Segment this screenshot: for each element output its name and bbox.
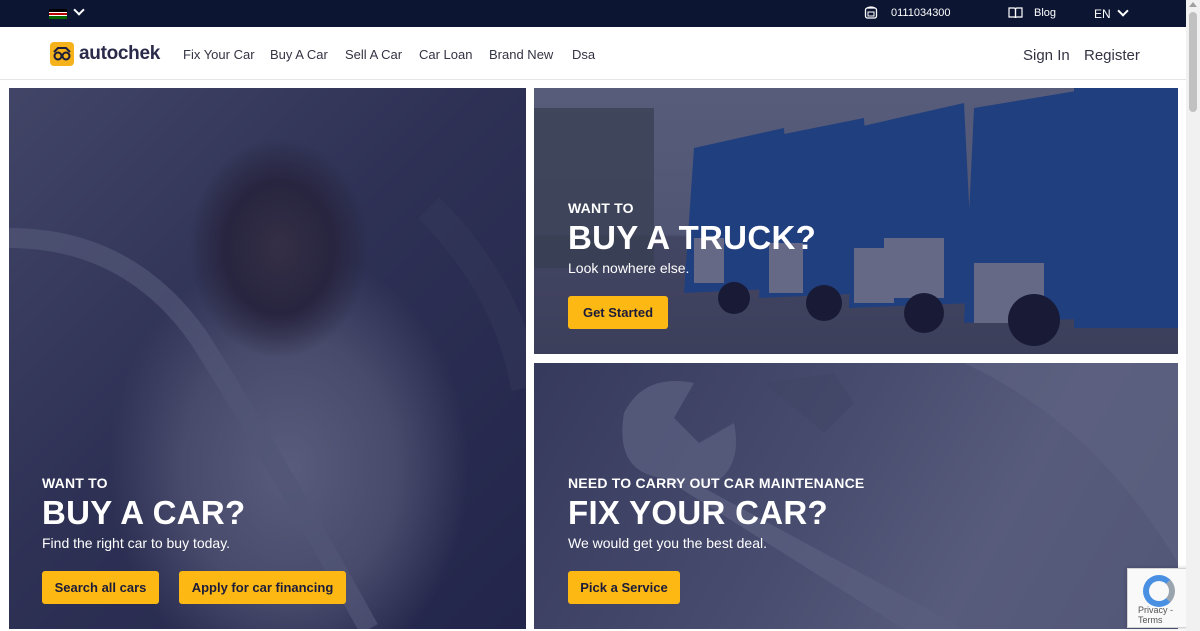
nav-link-fix-your-car[interactable]: Fix Your Car: [183, 47, 255, 62]
apply-car-financing-button[interactable]: Apply for car financing: [179, 571, 346, 604]
nav-link-sell-a-car[interactable]: Sell A Car: [345, 47, 402, 62]
buy-truck-eyebrow: WANT TO: [568, 200, 634, 216]
get-started-button[interactable]: Get Started: [568, 296, 668, 329]
page-scrollbar[interactable]: [1186, 0, 1200, 631]
main-navigation: autochek Fix Your Car Buy A Car Sell A C…: [0, 27, 1186, 80]
phone-icon: [864, 6, 878, 19]
language-selector[interactable]: EN: [1094, 7, 1111, 21]
buy-car-eyebrow: WANT TO: [42, 475, 108, 491]
autochek-logo-text[interactable]: autochek: [79, 43, 160, 65]
fix-car-subtitle: We would get you the best deal.: [568, 535, 767, 551]
fix-car-eyebrow: NEED TO CARRY OUT CAR MAINTENANCE: [568, 475, 865, 491]
buy-car-headline: BUY A CAR?: [42, 494, 246, 531]
scroll-up-arrow-icon[interactable]: [1189, 2, 1197, 7]
top-utility-bar: 0111034300 Blog EN: [0, 0, 1186, 27]
buy-car-hero-panel: WANT TO BUY A CAR? Find the right car to…: [9, 88, 526, 629]
pick-a-service-button[interactable]: Pick a Service: [568, 571, 680, 604]
blog-book-icon: [1008, 7, 1023, 19]
language-chevron-down-icon[interactable]: [1117, 5, 1129, 17]
nav-link-buy-a-car[interactable]: Buy A Car: [270, 47, 328, 62]
recaptcha-privacy-link[interactable]: Privacy: [1138, 605, 1168, 615]
nav-link-car-loan[interactable]: Car Loan: [419, 47, 472, 62]
buy-truck-subtitle: Look nowhere else.: [568, 260, 690, 276]
recaptcha-badge[interactable]: Privacy - Terms: [1127, 568, 1189, 628]
blog-link[interactable]: Blog: [1034, 7, 1056, 19]
scrollbar-thumb[interactable]: [1189, 12, 1197, 112]
sign-in-link[interactable]: Sign In: [1023, 47, 1070, 64]
search-all-cars-button[interactable]: Search all cars: [42, 571, 159, 604]
kenya-flag-icon[interactable]: [49, 9, 67, 20]
register-link[interactable]: Register: [1084, 47, 1140, 64]
nav-link-brand-new[interactable]: Brand New: [489, 47, 553, 62]
buy-truck-headline: BUY A TRUCK?: [568, 219, 817, 256]
nav-link-dsa[interactable]: Dsa: [572, 47, 595, 62]
country-chevron-down-icon[interactable]: [73, 4, 85, 16]
autochek-logo-icon[interactable]: [50, 42, 74, 66]
fix-car-headline: FIX YOUR CAR?: [568, 494, 828, 531]
fix-car-hero-panel: NEED TO CARRY OUT CAR MAINTENANCE FIX YO…: [534, 363, 1178, 629]
phone-number[interactable]: 0111034300: [891, 7, 951, 19]
recaptcha-icon: [1143, 575, 1175, 607]
buy-car-subtitle: Find the right car to buy today.: [42, 535, 231, 551]
buy-truck-hero-panel: WANT TO BUY A TRUCK? Look nowhere else. …: [534, 88, 1178, 354]
recaptcha-terms-link[interactable]: Terms: [1138, 615, 1163, 625]
